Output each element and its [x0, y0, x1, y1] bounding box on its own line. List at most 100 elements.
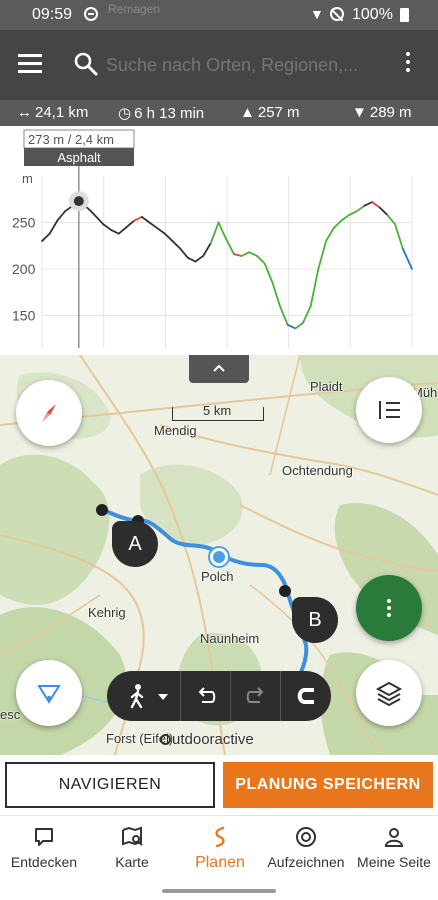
elevation-segment [41, 232, 51, 242]
stat-duration: ◷ 6 h 13 min [118, 105, 205, 122]
redo-button[interactable] [231, 671, 281, 721]
route-start-marker[interactable]: A [112, 521, 158, 567]
elevation-segment [394, 223, 404, 250]
nav-planen[interactable]: Planen [176, 824, 264, 884]
nav-karte[interactable]: Karte [88, 824, 176, 884]
nav-label: Planen [195, 854, 245, 871]
surface-label: Asphalt [57, 150, 101, 165]
undo-button[interactable] [181, 671, 231, 721]
elevation-segment [110, 229, 120, 235]
route-waypoint[interactable] [279, 585, 291, 597]
compass-icon [42, 404, 56, 422]
activity-selector[interactable] [107, 671, 181, 721]
cursor-point [73, 196, 84, 207]
navigate-button[interactable]: NAVIGIEREN [5, 762, 215, 808]
elevation-segment [186, 256, 197, 263]
nav-aufzeichnen[interactable]: Aufzeichnen [262, 824, 350, 884]
menu-icon[interactable] [18, 54, 42, 74]
nav-entdecken[interactable]: Entdecken [0, 824, 88, 884]
place-label: Mendig [154, 423, 197, 438]
outdooractive-logo-icon [160, 734, 171, 745]
bottom-navigation: Entdecken Karte Planen Aufzeichnen Meine… [0, 815, 438, 900]
more-actions-button[interactable] [356, 575, 422, 641]
elevation-segment [56, 210, 66, 222]
elevation-segment [378, 206, 389, 216]
chevron-up-icon [213, 364, 225, 372]
redo-icon [246, 687, 264, 703]
layers-button[interactable] [356, 660, 422, 726]
elevation-segment [217, 221, 228, 241]
y-tick-label: 150 [12, 307, 36, 323]
map-scale-bar: 5 km [172, 403, 264, 421]
route-position-dot [210, 548, 228, 566]
elevation-segment [240, 251, 251, 257]
elevation-segment [148, 221, 159, 229]
location-button[interactable] [16, 660, 82, 726]
record-icon [296, 827, 316, 847]
compass-button[interactable] [16, 380, 82, 446]
nav-meine-seite[interactable]: Meine Seite [350, 824, 438, 884]
elevation-segment [363, 201, 373, 207]
route-list-button[interactable] [356, 377, 422, 443]
vertical-dots-icon [387, 599, 391, 617]
elevation-segment [256, 255, 266, 265]
battery-icon [400, 8, 409, 22]
map-view[interactable]: Plaidt Müh Mendig Ochtendung Polch Kehri… [0, 355, 438, 755]
scale-label: 5 km [203, 403, 232, 418]
stat-descent: ▼ 289 m [352, 104, 412, 121]
distance-icon: ↔ [17, 104, 32, 121]
brand-watermark: utdooractive [160, 731, 254, 748]
elevation-segment [233, 253, 243, 257]
place-label: Polch [201, 569, 234, 584]
magnet-snap-button[interactable] [281, 671, 331, 721]
undo-icon [198, 687, 216, 703]
nav-label: Karte [115, 854, 149, 870]
elevation-segment [294, 321, 304, 330]
nav-label: Meine Seite [357, 854, 431, 870]
elevation-segment [202, 242, 212, 257]
route-end-marker[interactable]: B [292, 597, 338, 643]
elevation-segment [90, 210, 99, 219]
search-icon[interactable] [74, 52, 98, 76]
place-label: Plaidt [310, 379, 343, 394]
battery-percent: 100% [352, 6, 393, 23]
stat-ascent: ▲ 257 m [240, 104, 300, 121]
status-time: 09:59 [32, 6, 73, 23]
save-plan-button[interactable]: PLANUNG SPEICHERN [223, 762, 433, 808]
collapse-profile-handle[interactable] [189, 355, 249, 383]
route-waypoint[interactable] [96, 504, 108, 516]
place-label: esc [0, 707, 21, 722]
elevation-segment [302, 305, 312, 324]
hiker-icon [130, 684, 144, 709]
elevation-segment [371, 201, 381, 209]
y-tick-label: 200 [12, 261, 36, 277]
elevation-segment [248, 251, 258, 257]
location-cone-icon [37, 685, 61, 704]
elevation-segment [325, 227, 335, 242]
descent-icon: ▼ [352, 104, 367, 121]
home-indicator[interactable] [162, 889, 276, 893]
map-search-icon [122, 826, 143, 846]
place-label: Kehrig [88, 605, 126, 620]
cursor-readout: 273 m / 2,4 km [28, 132, 114, 147]
wifi-icon: ▼ [310, 6, 324, 22]
dropdown-arrow-icon [158, 694, 168, 700]
person-icon [384, 828, 404, 847]
clock-icon: ◷ [118, 105, 132, 122]
elevation-chart[interactable]: 150 200 250 m 273 m / 2,4 km Asphalt [0, 126, 438, 355]
place-label: Naunheim [200, 631, 260, 646]
ascent-icon: ▲ [240, 104, 255, 121]
speech-bubble-icon [35, 828, 53, 846]
status-bar: 09:59 Remagen ▼ 100% [0, 0, 438, 30]
elevation-segment [355, 204, 366, 213]
search-input[interactable] [106, 50, 376, 80]
elevation-segment [133, 216, 143, 222]
more-options-icon[interactable] [400, 52, 416, 78]
elevation-profile[interactable]: 150 200 250 m 273 m / 2,4 km Asphalt [0, 126, 438, 355]
elevation-segment [401, 247, 413, 270]
elevation-segment [117, 226, 128, 235]
do-not-disturb-icon [84, 7, 98, 21]
elevation-segment [263, 262, 274, 283]
magnet-icon [297, 688, 314, 704]
y-tick-label: 250 [12, 214, 36, 230]
